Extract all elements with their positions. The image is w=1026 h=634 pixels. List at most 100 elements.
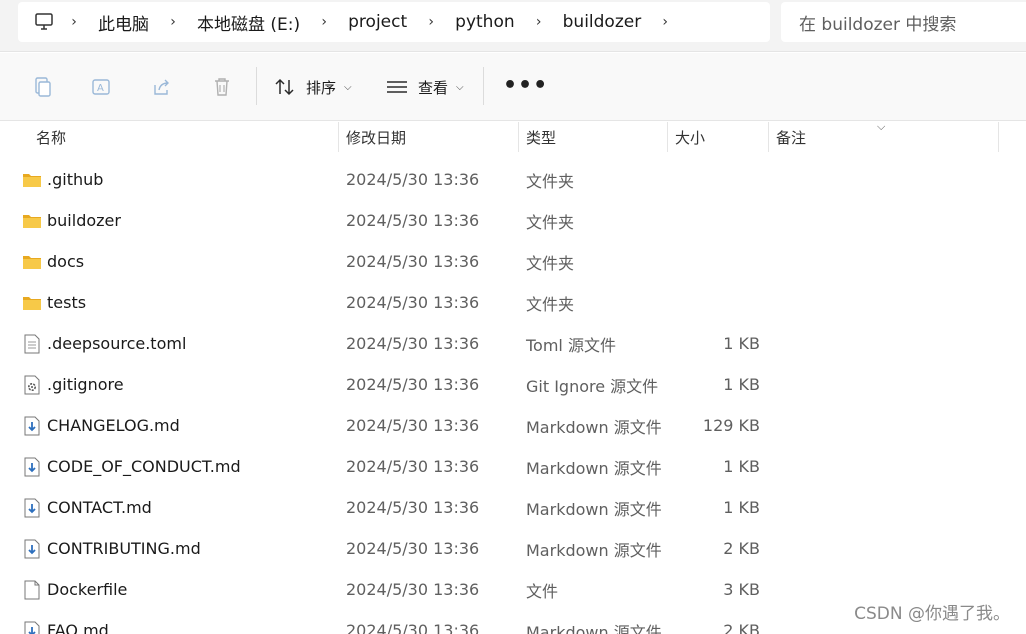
text-file-icon — [22, 323, 42, 364]
file-size — [668, 159, 760, 200]
file-type: 文件 — [526, 581, 559, 601]
folder-icon — [22, 200, 42, 241]
folder-icon — [22, 159, 42, 200]
file-size: 1 KB — [723, 334, 760, 353]
file-modified: 2024/5/30 13:36 — [346, 293, 480, 312]
folder-icon — [22, 282, 42, 323]
file-list: .github 2024/5/30 13:36 文件夹 buildozer 20… — [0, 159, 1026, 634]
svg-text:A: A — [97, 83, 104, 94]
breadcrumb-this-pc[interactable]: 此电脑 — [84, 10, 163, 35]
file-name: docs — [47, 252, 85, 271]
view-button[interactable]: 查看 ⌵ — [386, 75, 464, 99]
file-name: buildozer — [47, 211, 121, 230]
file-modified: 2024/5/30 13:36 — [346, 498, 480, 517]
file-size: 2 KB — [723, 539, 760, 558]
file-modified: 2024/5/30 13:36 — [346, 375, 480, 394]
watermark: CSDN @你遇了我。 — [850, 597, 1014, 626]
markdown-file-icon — [22, 487, 42, 528]
column-header-row: 名称 修改日期 类型 大小 备注 ⌵ — [0, 120, 1026, 152]
chevron-right-icon[interactable]: › — [421, 14, 441, 30]
file-type: Git Ignore 源文件 — [526, 376, 659, 396]
file-modified: 2024/5/30 13:36 — [346, 621, 480, 634]
breadcrumb-python[interactable]: python — [441, 12, 528, 32]
file-size: 129 KB — [702, 416, 760, 435]
file-row[interactable]: .gitignore 2024/5/30 13:36 Git Ignore 源文… — [0, 364, 1026, 405]
file-type: 文件夹 — [526, 294, 575, 314]
file-name: .github — [47, 170, 104, 189]
markdown-file-icon — [22, 610, 42, 634]
share-icon[interactable] — [151, 76, 173, 98]
file-name: .deepsource.toml — [47, 334, 187, 353]
file-type: Markdown 源文件 — [526, 458, 662, 478]
file-row[interactable]: .github 2024/5/30 13:36 文件夹 — [0, 159, 1026, 200]
file-row[interactable]: docs 2024/5/30 13:36 文件夹 — [0, 241, 1026, 282]
chevron-right-icon[interactable]: › — [314, 14, 334, 30]
column-divider[interactable] — [998, 122, 999, 152]
address-bar[interactable]: › 此电脑 › 本地磁盘 (E:) › project › python › b… — [18, 2, 770, 42]
file-row[interactable]: CODE_OF_CONDUCT.md 2024/5/30 13:36 Markd… — [0, 446, 1026, 487]
copy-icon[interactable] — [31, 76, 53, 98]
toolbar-divider — [256, 67, 257, 105]
sort-button[interactable]: 排序 ⌵ — [274, 75, 352, 99]
view-label: 查看 — [418, 78, 449, 97]
chevron-down-icon: ⌵ — [344, 81, 352, 93]
command-bar: A 排序 ⌵ 查看 ⌵ ••• — [0, 53, 1026, 121]
file-modified: 2024/5/30 13:36 — [346, 580, 480, 599]
markdown-file-icon — [22, 446, 42, 487]
column-header-modified[interactable]: 修改日期 — [339, 122, 518, 152]
file-name: CODE_OF_CONDUCT.md — [47, 457, 241, 476]
column-header-name[interactable]: 名称 — [29, 122, 338, 152]
file-name: FAQ.md — [47, 621, 109, 634]
breadcrumb-drive-e[interactable]: 本地磁盘 (E:) — [183, 10, 314, 35]
rename-icon[interactable]: A — [90, 76, 112, 98]
file-type: Markdown 源文件 — [526, 622, 662, 634]
sort-indicator-icon: ⌵ — [877, 120, 886, 133]
file-size — [668, 200, 760, 241]
computer-icon[interactable] — [34, 12, 54, 32]
file-modified: 2024/5/30 13:36 — [346, 539, 480, 558]
file-row[interactable]: CONTACT.md 2024/5/30 13:36 Markdown 源文件 … — [0, 487, 1026, 528]
file-type: Markdown 源文件 — [526, 417, 662, 437]
file-name: CONTRIBUTING.md — [47, 539, 201, 558]
file-size: 1 KB — [723, 498, 760, 517]
column-header-size[interactable]: 大小 — [668, 122, 768, 152]
chevron-right-icon[interactable]: › — [64, 14, 84, 30]
file-size: 1 KB — [723, 375, 760, 394]
blank-file-icon — [22, 569, 42, 610]
file-name: Dockerfile — [47, 580, 128, 599]
chevron-right-icon[interactable]: › — [163, 14, 183, 30]
file-type: Markdown 源文件 — [526, 499, 662, 519]
file-row[interactable]: tests 2024/5/30 13:36 文件夹 — [0, 282, 1026, 323]
column-header-type[interactable]: 类型 — [519, 122, 667, 152]
chevron-right-icon[interactable]: › — [655, 14, 675, 30]
file-size — [668, 241, 760, 282]
file-modified: 2024/5/30 13:36 — [346, 457, 480, 476]
file-row[interactable]: CONTRIBUTING.md 2024/5/30 13:36 Markdown… — [0, 528, 1026, 569]
breadcrumb-buildozer[interactable]: buildozer — [549, 12, 656, 32]
file-row[interactable]: buildozer 2024/5/30 13:36 文件夹 — [0, 200, 1026, 241]
file-name: CONTACT.md — [47, 498, 152, 517]
file-size — [668, 282, 760, 323]
file-size: 3 KB — [723, 580, 760, 599]
toolbar-divider — [483, 67, 484, 105]
chevron-right-icon[interactable]: › — [529, 14, 549, 30]
file-modified: 2024/5/30 13:36 — [346, 211, 480, 230]
file-size: 1 KB — [723, 457, 760, 476]
breadcrumb-project[interactable]: project — [334, 12, 421, 32]
chevron-down-icon: ⌵ — [456, 81, 464, 93]
delete-icon[interactable] — [211, 76, 233, 98]
file-row[interactable]: CHANGELOG.md 2024/5/30 13:36 Markdown 源文… — [0, 405, 1026, 446]
file-type: Toml 源文件 — [526, 335, 616, 355]
folder-icon — [22, 241, 42, 282]
file-name: tests — [47, 293, 87, 312]
file-name: .gitignore — [47, 375, 124, 394]
more-options-icon[interactable]: ••• — [503, 73, 548, 98]
file-name: CHANGELOG.md — [47, 416, 180, 435]
sort-label: 排序 — [306, 78, 337, 97]
file-row[interactable]: .deepsource.toml 2024/5/30 13:36 Toml 源文… — [0, 323, 1026, 364]
search-input[interactable]: 在 buildozer 中搜索 — [781, 2, 1026, 42]
file-modified: 2024/5/30 13:36 — [346, 170, 480, 189]
list-view-icon — [387, 81, 407, 93]
markdown-file-icon — [22, 528, 42, 569]
file-modified: 2024/5/30 13:36 — [346, 334, 480, 353]
